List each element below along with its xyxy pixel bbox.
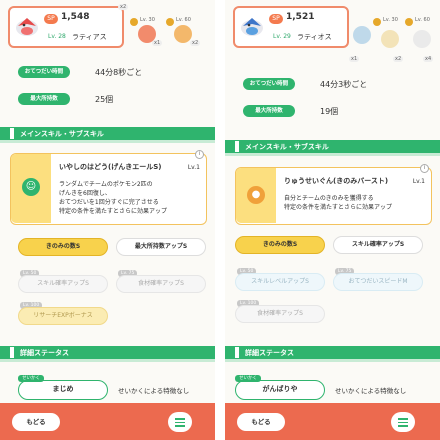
skill-icon-area: ● xyxy=(236,168,276,223)
menu-icon xyxy=(175,421,185,423)
max-carry-value: 25個 xyxy=(95,95,114,104)
section-title: メインスキル・サブスキル xyxy=(245,143,329,151)
main-skill-level: Lv.1 xyxy=(412,178,425,185)
pokemon-detail-panel-left: SP 1,548 Lv. 28 ラティアス x2 Lv. 30 x1 Lv. 6… xyxy=(0,0,215,440)
section-shade xyxy=(225,153,440,156)
fruit-count: x2 xyxy=(393,56,404,62)
nature-value[interactable]: がんばりや xyxy=(235,380,325,400)
strength-value: 1,521 xyxy=(286,12,315,22)
latios-icon xyxy=(241,18,263,36)
help-interval-label: おてつだい時間 xyxy=(18,66,70,78)
pokemon-detail-panel-right: SP 1,521 Lv. 29 ラティオス x1 Lv. 30 x2 Lv. 6… xyxy=(225,0,440,440)
section-notch xyxy=(235,347,239,358)
fruit-count: x2 xyxy=(190,40,201,46)
sub-skill-button[interactable]: 食材確率アップS xyxy=(235,305,325,323)
section-header-skills: メインスキル・サブスキル xyxy=(0,127,215,140)
fruit-level-label: Lv. 30 xyxy=(383,17,398,23)
sub-skill-button[interactable]: スキルレベルアップS xyxy=(235,273,325,291)
pokemon-card[interactable]: SP 1,521 Lv. 29 ラティオス xyxy=(233,6,349,48)
section-header-status: 詳細ステータス xyxy=(225,346,440,359)
max-carry-label: 最大所持数 xyxy=(18,93,70,105)
fruit-level-label: Lv. 60 xyxy=(176,17,191,23)
menu-button[interactable] xyxy=(391,412,415,432)
fruit-icon xyxy=(381,30,399,48)
level-badge-icon xyxy=(130,18,138,26)
pokemon-level: Lv. 29 xyxy=(273,33,291,40)
pokemon-name: ラティオス xyxy=(297,33,332,41)
help-interval-value: 44分3秒ごと xyxy=(320,80,368,89)
level-badge-icon xyxy=(405,18,413,26)
level-badge-icon xyxy=(373,18,381,26)
section-shade xyxy=(0,140,215,143)
sub-skill-button[interactable]: きのみの数S xyxy=(235,236,325,254)
info-icon[interactable]: i xyxy=(195,150,204,159)
sp-badge: SP xyxy=(269,14,283,24)
section-title: 詳細ステータス xyxy=(20,349,69,357)
nature-description: せいかくによる特徴なし xyxy=(118,387,190,395)
main-skill-card[interactable]: ● りゅうせいぐん(きのみバースト) Lv.1 自分とチームのきのみを獲得する … xyxy=(235,164,432,225)
menu-icon xyxy=(175,425,185,427)
footer-bar: もどる xyxy=(0,403,215,440)
fruit-level-label: Lv. 60 xyxy=(415,17,430,23)
back-button[interactable]: もどる xyxy=(237,413,285,431)
help-interval-value: 44分8秒ごと xyxy=(95,68,143,77)
max-carry-label: 最大所持数 xyxy=(243,105,295,117)
smile-icon: ☺ xyxy=(22,178,40,196)
section-header-status: 詳細ステータス xyxy=(0,346,215,359)
sub-skill-button[interactable]: 食材確率アップS xyxy=(116,275,206,293)
sub-skill-button[interactable]: おてつだいスピードM xyxy=(333,273,423,291)
nature-tag: せいかく xyxy=(235,375,261,382)
pokemon-name: ラティアス xyxy=(72,33,107,41)
sub-skill-button[interactable]: リサーチEXPボーナス xyxy=(18,307,108,325)
panel-divider xyxy=(215,0,225,440)
fruit-icon xyxy=(353,26,371,44)
pokemon-card[interactable]: SP 1,548 Lv. 28 ラティアス xyxy=(8,6,124,48)
sub-skill-button[interactable]: 最大所持数アップS xyxy=(116,238,206,256)
menu-icon xyxy=(398,418,408,420)
fruit-level-label: Lv. 30 xyxy=(140,17,155,23)
section-notch xyxy=(10,347,14,358)
section-shade xyxy=(0,359,215,362)
nature-tag: せいかく xyxy=(18,375,44,382)
extra-count: x1 xyxy=(349,56,360,62)
main-skill-level: Lv.1 xyxy=(187,164,200,171)
extra-count: x2 xyxy=(118,4,129,10)
help-interval-label: おてつだい時間 xyxy=(243,78,295,90)
sub-skill-button[interactable]: スキル確率アップS xyxy=(18,275,108,293)
max-carry-value: 19個 xyxy=(320,107,339,116)
footer-bar: もどる xyxy=(225,403,440,440)
section-title: 詳細ステータス xyxy=(245,349,294,357)
menu-icon xyxy=(175,418,185,420)
menu-button[interactable] xyxy=(168,412,192,432)
main-skill-description: ランダムでチームのポケモン2匹の げんきを6回復し、 おてつだいを1回分すぐに完… xyxy=(59,181,168,215)
section-header-skills: メインスキル・サブスキル xyxy=(225,140,440,153)
nature-description: せいかくによる特徴なし xyxy=(335,387,407,395)
main-skill-name: いやしのはどう(げんきエールS) xyxy=(59,163,162,171)
berries-icon: ● xyxy=(247,186,265,204)
skill-icon-area: ☺ xyxy=(11,154,51,223)
section-notch xyxy=(10,128,14,139)
sp-badge: SP xyxy=(44,14,58,24)
sub-skill-button[interactable]: きのみの数S xyxy=(18,238,108,256)
sub-skill-button[interactable]: スキル確率アップS xyxy=(333,236,423,254)
main-skill-description: 自分とチームのきのみを獲得する 特定の条件を満たすとさらに効果アップ xyxy=(284,195,393,211)
section-shade xyxy=(225,359,440,362)
pokemon-level: Lv. 28 xyxy=(48,33,66,40)
menu-icon xyxy=(398,425,408,427)
latias-icon xyxy=(16,18,38,36)
nature-value[interactable]: まじめ xyxy=(18,380,108,400)
menu-icon xyxy=(398,421,408,423)
strength-value: 1,548 xyxy=(61,12,90,22)
section-title: メインスキル・サブスキル xyxy=(20,130,104,138)
fruit-icon xyxy=(413,30,431,48)
fruit-count: x4 xyxy=(423,56,434,62)
level-badge-icon xyxy=(166,18,174,26)
back-button[interactable]: もどる xyxy=(12,413,60,431)
fruit-count: x1 xyxy=(152,40,163,46)
section-notch xyxy=(235,141,239,152)
info-icon[interactable]: i xyxy=(420,164,429,173)
main-skill-name: りゅうせいぐん(きのみバースト) xyxy=(284,177,389,185)
main-skill-card[interactable]: ☺ いやしのはどう(げんきエールS) Lv.1 ランダムでチームのポケモン2匹の… xyxy=(10,150,207,225)
fruit-icon xyxy=(174,25,192,43)
